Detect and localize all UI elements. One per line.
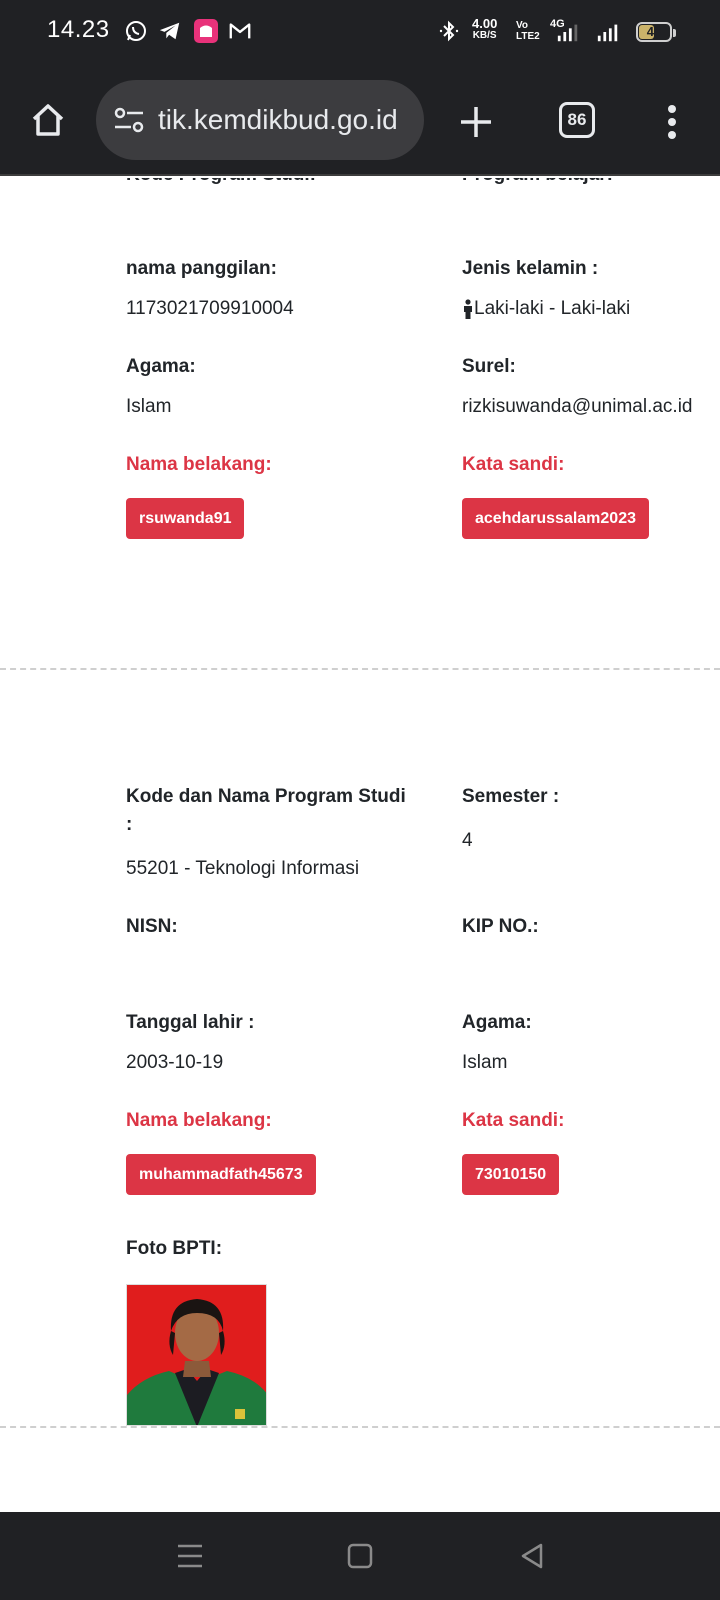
menu-lines-icon xyxy=(178,1544,202,1568)
record-divider xyxy=(0,668,720,670)
battery-indicator: 48 xyxy=(636,22,676,42)
battery-percent: 48 xyxy=(646,24,662,39)
gender-value: Laki-laki - Laki-laki xyxy=(474,298,631,319)
photo-label: Foto BPTI: xyxy=(126,1238,223,1259)
volte-line1: Vo xyxy=(516,20,529,31)
password-badge-2: 73010150 xyxy=(462,1154,560,1195)
net-speed-value: 4.00 xyxy=(472,16,498,31)
partial-label-right: Program belajar: xyxy=(462,178,613,186)
nickname-value: 1173021709910004 xyxy=(126,298,294,319)
volte-indicator: Vo LTE2 xyxy=(516,20,540,42)
program-label: Kode dan Nama Program Studi xyxy=(126,786,406,807)
status-time: 14.23 xyxy=(47,16,110,43)
male-icon xyxy=(464,299,472,319)
system-nav-bar xyxy=(0,1512,720,1600)
home-icon xyxy=(32,104,64,136)
gender-label: Jenis kelamin : xyxy=(462,258,599,279)
back-triangle-icon xyxy=(521,1543,543,1569)
status-bar: 14.23 4.00 KB/S Vo LTE2 4G 48 xyxy=(0,0,720,64)
lastname-label-2: Nama belakang: xyxy=(126,1110,272,1131)
lazada-icon xyxy=(194,19,218,43)
back-button[interactable] xyxy=(510,1534,554,1578)
volte-line2: LTE2 xyxy=(516,31,540,42)
nickname-label: nama panggilan: xyxy=(126,258,277,279)
net-speed-unit: KB/S xyxy=(472,30,497,41)
password-label-2: Kata sandi: xyxy=(462,1110,565,1131)
page-content: Kode Program Studi: Program belajar: nam… xyxy=(0,178,720,1512)
bluetooth-icon xyxy=(437,19,461,43)
program-value: 55201 - Teknologi Informasi xyxy=(126,858,360,879)
whatsapp-icon xyxy=(124,19,148,43)
gmail-icon xyxy=(228,19,252,43)
lastname-label: Nama belakang: xyxy=(126,454,272,475)
home-nav-button[interactable] xyxy=(338,1534,382,1578)
tab-switcher-button[interactable]: 86 xyxy=(559,102,595,138)
new-tab-button[interactable] xyxy=(452,98,500,146)
student-photo xyxy=(126,1284,267,1426)
home-button[interactable] xyxy=(24,94,72,146)
nisn-label: NISN: xyxy=(126,916,178,937)
program-label-colon: : xyxy=(126,814,133,835)
signal-strength-icon xyxy=(556,20,580,44)
religion-label-2: Agama: xyxy=(462,1012,532,1033)
menu-button[interactable] xyxy=(656,98,688,146)
religion-label: Agama: xyxy=(126,356,196,377)
birthdate-label: Tanggal lahir : xyxy=(126,1012,255,1033)
url-text: tik.kemdikbud.go.id xyxy=(158,104,398,135)
site-settings-icon[interactable] xyxy=(112,103,146,137)
password-badge: acehdarussalam2023 xyxy=(462,498,649,539)
signal-strength-icon-2 xyxy=(596,20,620,44)
semester-value: 4 xyxy=(462,830,473,851)
lastname-badge: rsuwanda91 xyxy=(126,498,245,539)
partial-label-left: Kode Program Studi: xyxy=(126,178,316,186)
recents-button[interactable] xyxy=(168,1534,212,1578)
religion-value: Islam xyxy=(126,396,172,417)
birthdate-value: 2003-10-19 xyxy=(126,1052,224,1073)
square-icon xyxy=(347,1543,373,1569)
battery-tip xyxy=(673,29,676,37)
lastname-badge-2: muhammadfath45673 xyxy=(126,1154,316,1195)
semester-label: Semester : xyxy=(462,786,560,807)
password-label: Kata sandi: xyxy=(462,454,565,475)
net-speed: 4.00 KB/S xyxy=(472,16,498,42)
telegram-icon xyxy=(158,19,182,43)
religion-value-2: Islam xyxy=(462,1052,508,1073)
address-bar[interactable]: tik.kemdikbud.go.id xyxy=(96,80,424,160)
browser-toolbar: tik.kemdikbud.go.id 86 xyxy=(0,64,720,176)
email-value: rizkisuwanda@unimal.ac.id xyxy=(462,396,693,417)
record-divider-2 xyxy=(0,1426,720,1428)
kip-label: KIP NO.: xyxy=(462,916,539,937)
plus-icon xyxy=(461,107,491,137)
gender-field: Laki-laki - Laki-laki xyxy=(462,298,630,320)
more-vert-icon xyxy=(668,105,676,139)
email-label: Surel: xyxy=(462,356,516,377)
